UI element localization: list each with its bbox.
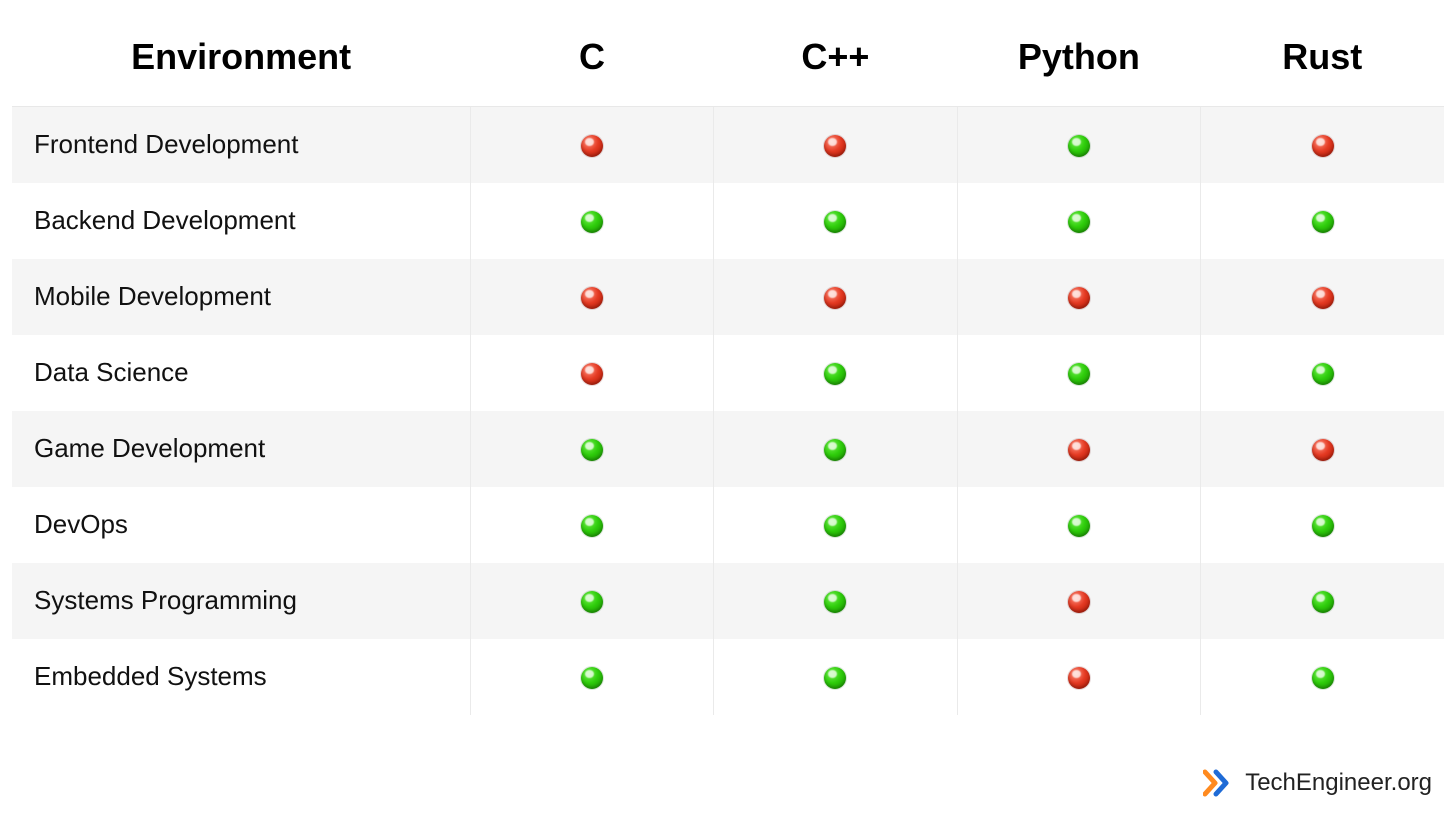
status-dot-green-icon bbox=[581, 591, 603, 613]
status-cell bbox=[470, 259, 713, 335]
status-cell bbox=[714, 487, 957, 563]
status-cell bbox=[470, 563, 713, 639]
status-cell bbox=[714, 563, 957, 639]
status-cell bbox=[1201, 335, 1444, 411]
table-row: Backend Development bbox=[12, 183, 1444, 259]
status-dot-red-icon bbox=[1068, 591, 1090, 613]
status-dot-red-icon bbox=[824, 135, 846, 157]
status-cell bbox=[1201, 259, 1444, 335]
status-cell bbox=[714, 259, 957, 335]
status-cell bbox=[1201, 563, 1444, 639]
status-dot-red-icon bbox=[581, 287, 603, 309]
environment-cell: Systems Programming bbox=[12, 563, 470, 639]
status-dot-green-icon bbox=[1068, 515, 1090, 537]
status-dot-green-icon bbox=[581, 211, 603, 233]
environment-cell: Mobile Development bbox=[12, 259, 470, 335]
status-dot-green-icon bbox=[1312, 515, 1334, 537]
status-cell bbox=[714, 183, 957, 259]
table-row: Game Development bbox=[12, 411, 1444, 487]
environment-cell: Backend Development bbox=[12, 183, 470, 259]
status-cell bbox=[470, 107, 713, 183]
status-cell bbox=[470, 639, 713, 715]
status-cell bbox=[470, 487, 713, 563]
status-dot-green-icon bbox=[581, 515, 603, 537]
status-cell bbox=[957, 183, 1200, 259]
status-dot-green-icon bbox=[1312, 591, 1334, 613]
table-row: Data Science bbox=[12, 335, 1444, 411]
chevrons-icon bbox=[1203, 769, 1235, 797]
status-cell bbox=[957, 563, 1200, 639]
status-dot-green-icon bbox=[824, 439, 846, 461]
table-row: Mobile Development bbox=[12, 259, 1444, 335]
status-cell bbox=[714, 411, 957, 487]
status-cell bbox=[714, 639, 957, 715]
status-cell bbox=[957, 411, 1200, 487]
status-cell bbox=[470, 335, 713, 411]
status-dot-green-icon bbox=[1312, 667, 1334, 689]
environment-cell: DevOps bbox=[12, 487, 470, 563]
header-cpp: C++ bbox=[714, 16, 957, 107]
status-cell bbox=[470, 411, 713, 487]
status-cell bbox=[714, 335, 957, 411]
status-dot-green-icon bbox=[1068, 211, 1090, 233]
status-dot-red-icon bbox=[1312, 135, 1334, 157]
status-cell bbox=[957, 259, 1200, 335]
status-dot-red-icon bbox=[581, 135, 603, 157]
header-c: C bbox=[470, 16, 713, 107]
attribution-footer: TechEngineer.org bbox=[1203, 769, 1432, 797]
status-dot-red-icon bbox=[1068, 439, 1090, 461]
table-row: DevOps bbox=[12, 487, 1444, 563]
status-cell bbox=[957, 107, 1200, 183]
status-cell bbox=[957, 335, 1200, 411]
status-cell bbox=[957, 487, 1200, 563]
status-dot-green-icon bbox=[581, 667, 603, 689]
status-cell bbox=[957, 639, 1200, 715]
status-dot-red-icon bbox=[1068, 667, 1090, 689]
footer-site-name: TechEngineer.org bbox=[1245, 769, 1432, 797]
status-dot-green-icon bbox=[824, 363, 846, 385]
status-dot-green-icon bbox=[824, 515, 846, 537]
status-dot-red-icon bbox=[1312, 439, 1334, 461]
header-rust: Rust bbox=[1201, 16, 1444, 107]
table-row: Frontend Development bbox=[12, 107, 1444, 183]
status-dot-red-icon bbox=[824, 287, 846, 309]
table-header-row: Environment C C++ Python Rust bbox=[12, 16, 1444, 107]
status-dot-green-icon bbox=[824, 667, 846, 689]
status-cell bbox=[1201, 183, 1444, 259]
status-dot-green-icon bbox=[1312, 363, 1334, 385]
status-dot-red-icon bbox=[1068, 287, 1090, 309]
status-cell bbox=[1201, 487, 1444, 563]
status-dot-green-icon bbox=[824, 211, 846, 233]
environment-cell: Game Development bbox=[12, 411, 470, 487]
status-dot-red-icon bbox=[1312, 287, 1334, 309]
environment-cell: Data Science bbox=[12, 335, 470, 411]
status-cell bbox=[714, 107, 957, 183]
status-dot-green-icon bbox=[1312, 211, 1334, 233]
status-dot-green-icon bbox=[1068, 363, 1090, 385]
status-cell bbox=[470, 183, 713, 259]
status-cell bbox=[1201, 639, 1444, 715]
status-dot-green-icon bbox=[581, 439, 603, 461]
status-dot-red-icon bbox=[581, 363, 603, 385]
status-cell bbox=[1201, 107, 1444, 183]
environment-cell: Embedded Systems bbox=[12, 639, 470, 715]
environment-cell: Frontend Development bbox=[12, 107, 470, 183]
table-row: Systems Programming bbox=[12, 563, 1444, 639]
status-dot-green-icon bbox=[824, 591, 846, 613]
header-environment: Environment bbox=[12, 16, 470, 107]
status-cell bbox=[1201, 411, 1444, 487]
table-row: Embedded Systems bbox=[12, 639, 1444, 715]
comparison-table: Environment C C++ Python Rust Frontend D… bbox=[12, 16, 1444, 715]
header-python: Python bbox=[957, 16, 1200, 107]
status-dot-green-icon bbox=[1068, 135, 1090, 157]
